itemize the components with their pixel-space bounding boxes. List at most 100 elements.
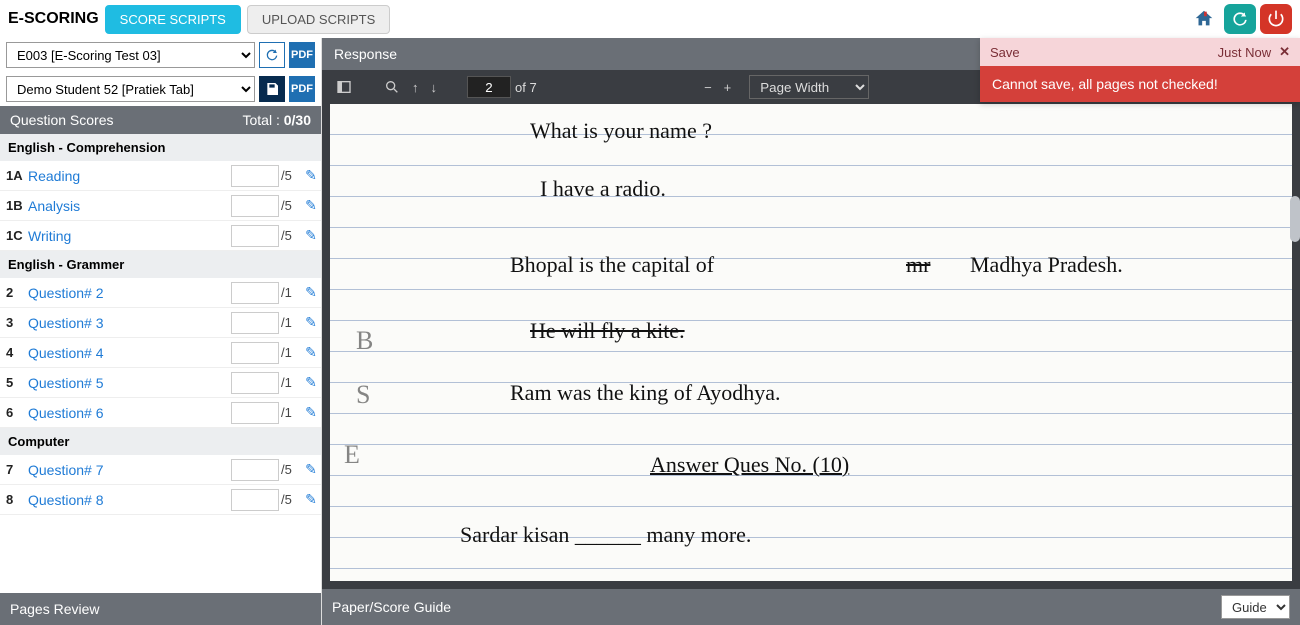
question-number: 1C bbox=[6, 228, 28, 243]
pdf-download-icon[interactable]: PDF bbox=[289, 42, 315, 68]
sync-icon[interactable] bbox=[1224, 4, 1256, 34]
question-link[interactable]: Question# 3 bbox=[28, 315, 231, 331]
question-link[interactable]: Question# 6 bbox=[28, 405, 231, 421]
question-row: 1CWriting/5✎ bbox=[0, 221, 321, 251]
edit-icon[interactable]: ✎ bbox=[301, 197, 321, 214]
exam-select[interactable]: E003 [E-Scoring Test 03] bbox=[6, 42, 255, 68]
edit-icon[interactable]: ✎ bbox=[301, 404, 321, 421]
score-input[interactable] bbox=[231, 489, 279, 511]
search-icon[interactable] bbox=[384, 79, 400, 95]
question-row: 3Question# 3/1✎ bbox=[0, 308, 321, 338]
page-total: of 7 bbox=[515, 80, 537, 95]
save-toast: Save Just Now ✕ Cannot save, all pages n… bbox=[980, 38, 1300, 102]
zoom-out-icon[interactable]: − bbox=[704, 80, 712, 95]
question-number: 7 bbox=[6, 462, 28, 477]
question-row: 2Question# 2/1✎ bbox=[0, 278, 321, 308]
home-icon[interactable] bbox=[1188, 4, 1220, 34]
question-row: 6Question# 6/1✎ bbox=[0, 398, 321, 428]
question-number: 1A bbox=[6, 168, 28, 183]
score-input[interactable] bbox=[231, 312, 279, 334]
question-link[interactable]: Question# 5 bbox=[28, 375, 231, 391]
close-icon[interactable]: ✕ bbox=[1279, 44, 1290, 60]
score-input[interactable] bbox=[231, 282, 279, 304]
question-link[interactable]: Question# 8 bbox=[28, 492, 231, 508]
power-icon[interactable] bbox=[1260, 4, 1292, 34]
question-link[interactable]: Question# 2 bbox=[28, 285, 231, 301]
question-number: 4 bbox=[6, 345, 28, 360]
tab-upload-scripts[interactable]: UPLOAD SCRIPTS bbox=[247, 5, 390, 34]
margin-letter: E bbox=[344, 440, 360, 470]
refresh-icon[interactable] bbox=[259, 42, 285, 68]
pages-review-header[interactable]: Pages Review bbox=[0, 593, 321, 625]
handwritten-line: I have a radio. bbox=[540, 176, 666, 202]
edit-icon[interactable]: ✎ bbox=[301, 314, 321, 331]
toast-body: Cannot save, all pages not checked! bbox=[980, 66, 1300, 102]
max-score: /1 bbox=[279, 285, 301, 300]
question-link[interactable]: Writing bbox=[28, 228, 231, 244]
handwritten-line: He will fly a kite. bbox=[530, 318, 685, 344]
edit-icon[interactable]: ✎ bbox=[301, 167, 321, 184]
question-row: 8Question# 8/5✎ bbox=[0, 485, 321, 515]
score-input[interactable] bbox=[231, 195, 279, 217]
pdf-page-area[interactable]: What is your name ? I have a radio. Bhopal… bbox=[322, 104, 1300, 589]
section-header: English - Comprehension bbox=[0, 134, 321, 161]
question-link[interactable]: Reading bbox=[28, 168, 231, 184]
question-link[interactable]: Question# 4 bbox=[28, 345, 231, 361]
edit-icon[interactable]: ✎ bbox=[301, 344, 321, 361]
edit-icon[interactable]: ✎ bbox=[301, 461, 321, 478]
script-page: What is your name ? I have a radio. Bhopal… bbox=[330, 104, 1292, 581]
edit-icon[interactable]: ✎ bbox=[301, 227, 321, 244]
score-input[interactable] bbox=[231, 342, 279, 364]
max-score: /5 bbox=[279, 462, 301, 477]
question-number: 8 bbox=[6, 492, 28, 507]
question-number: 2 bbox=[6, 285, 28, 300]
question-number: 6 bbox=[6, 405, 28, 420]
brand: E-SCORING bbox=[8, 10, 99, 28]
page-up-icon[interactable]: ↑ bbox=[412, 80, 419, 95]
handwritten-line: Madhya Pradesh. bbox=[970, 252, 1123, 278]
handwritten-line: Sardar kisan ______ many more. bbox=[460, 522, 751, 548]
page-number-input[interactable] bbox=[467, 76, 511, 98]
score-input[interactable] bbox=[231, 225, 279, 247]
score-input[interactable] bbox=[231, 372, 279, 394]
question-scores-total: Total : 0/30 bbox=[243, 112, 312, 128]
save-icon[interactable] bbox=[259, 76, 285, 102]
max-score: /5 bbox=[279, 228, 301, 243]
guide-title: Paper/Score Guide bbox=[332, 599, 451, 615]
margin-letter: B bbox=[356, 326, 373, 356]
sidebar-toggle-icon[interactable] bbox=[336, 79, 352, 95]
score-input[interactable] bbox=[231, 459, 279, 481]
tab-score-scripts[interactable]: SCORE SCRIPTS bbox=[105, 5, 241, 34]
toast-title: Save bbox=[990, 45, 1020, 60]
max-score: /1 bbox=[279, 315, 301, 330]
zoom-select[interactable]: Page Width bbox=[749, 75, 869, 99]
question-row: 5Question# 5/1✎ bbox=[0, 368, 321, 398]
score-input[interactable] bbox=[231, 165, 279, 187]
question-link[interactable]: Question# 7 bbox=[28, 462, 231, 478]
handwritten-line: What is your name ? bbox=[530, 118, 712, 144]
question-row: 1BAnalysis/5✎ bbox=[0, 191, 321, 221]
handwritten-line: Answer Ques No. (10) bbox=[650, 452, 849, 478]
question-number: 1B bbox=[6, 198, 28, 213]
edit-icon[interactable]: ✎ bbox=[301, 491, 321, 508]
handwritten-line: mr bbox=[906, 252, 930, 278]
pdf-student-icon[interactable]: PDF bbox=[289, 76, 315, 102]
handwritten-line: Bhopal is the capital of bbox=[510, 252, 714, 278]
question-number: 3 bbox=[6, 315, 28, 330]
question-link[interactable]: Analysis bbox=[28, 198, 231, 214]
viewer: Response ↑ ↓ of 7 − + Page Width » Wha bbox=[322, 38, 1300, 625]
toast-time: Just Now bbox=[1218, 45, 1271, 60]
margin-letter: S bbox=[356, 380, 370, 410]
guide-select[interactable]: Guide bbox=[1221, 595, 1290, 619]
student-select[interactable]: Demo Student 52 [Pratiek Tab] bbox=[6, 76, 255, 102]
max-score: /5 bbox=[279, 198, 301, 213]
score-input[interactable] bbox=[231, 402, 279, 424]
scrollbar-thumb[interactable] bbox=[1290, 196, 1300, 242]
edit-icon[interactable]: ✎ bbox=[301, 284, 321, 301]
edit-icon[interactable]: ✎ bbox=[301, 374, 321, 391]
page-down-icon[interactable]: ↓ bbox=[431, 80, 438, 95]
max-score: /1 bbox=[279, 345, 301, 360]
zoom-in-icon[interactable]: + bbox=[724, 80, 732, 95]
max-score: /1 bbox=[279, 405, 301, 420]
question-row: 1AReading/5✎ bbox=[0, 161, 321, 191]
